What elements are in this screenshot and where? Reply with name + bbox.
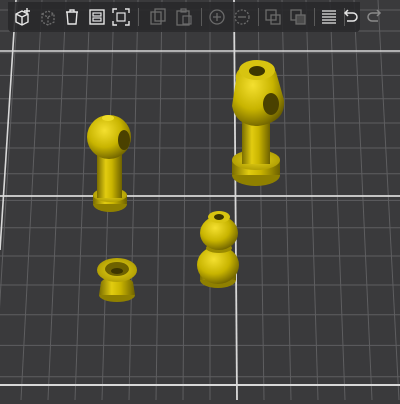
add-object-icon	[15, 8, 30, 26]
delete-object-icon	[41, 10, 55, 26]
3d-viewport[interactable]	[0, 0, 400, 401]
layers-icon	[322, 10, 336, 24]
arrange-icon	[89, 9, 105, 25]
arrange-button[interactable]	[85, 5, 109, 29]
redo-button[interactable]	[363, 5, 387, 29]
fit-view-button[interactable]	[109, 5, 133, 29]
split-objects-icon	[265, 9, 281, 25]
toolbar-separator	[201, 8, 202, 26]
main-toolbar	[8, 2, 360, 32]
paste-icon	[176, 8, 192, 26]
undo-icon	[343, 9, 358, 22]
copy-button[interactable]	[146, 5, 170, 29]
add-instance-button[interactable]	[205, 5, 229, 29]
add-instance-icon	[209, 9, 225, 25]
delete-all-button[interactable]	[60, 5, 84, 29]
build-plate-scene[interactable]	[0, 0, 400, 401]
copy-icon	[150, 8, 166, 25]
toolbar-separator	[138, 8, 139, 26]
paste-button[interactable]	[172, 5, 196, 29]
fit-view-icon	[112, 8, 130, 26]
add-object-button[interactable]	[10, 5, 34, 29]
split-parts-icon	[290, 9, 306, 25]
delete-object-button[interactable]	[36, 5, 60, 29]
remove-instance-button[interactable]	[230, 5, 254, 29]
remove-instance-icon	[234, 9, 250, 25]
undo-button[interactable]	[338, 5, 362, 29]
redo-icon	[367, 9, 382, 22]
split-parts-button[interactable]	[286, 5, 310, 29]
trash-icon	[66, 9, 78, 25]
toolbar-separator	[258, 8, 259, 26]
toolbar-separator	[314, 8, 315, 26]
split-objects-button[interactable]	[261, 5, 285, 29]
